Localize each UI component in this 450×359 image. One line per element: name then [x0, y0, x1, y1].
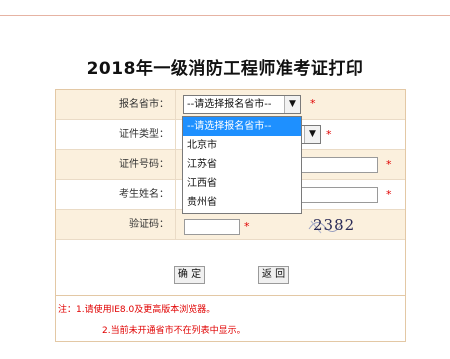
back-button[interactable]: 返 回 — [258, 266, 289, 284]
row-captcha: 验证码： * 2382 — [56, 210, 405, 240]
dropdown-option[interactable]: 北京市 — [183, 136, 301, 155]
required-mark: * — [310, 97, 316, 110]
note-line-1: 注：1.请使用IE8.0及更高版本浏览器。 — [58, 305, 216, 315]
captcha-input[interactable] — [184, 219, 240, 235]
captcha-label: 验证码： — [56, 210, 176, 239]
captcha-text: 2382 — [313, 216, 356, 234]
id-type-label: 证件类型： — [56, 120, 176, 149]
row-buttons: 确 定 返 回 — [56, 240, 405, 296]
province-dropdown-list[interactable]: --请选择报名省市-- 北京市 江苏省 江西省 贵州省 — [182, 116, 302, 214]
note-line-2: 2.当前未开通省市不在列表中显示。 — [102, 326, 246, 336]
province-select[interactable]: --请选择报名省市-- ▼ — [183, 95, 301, 114]
page-title: 2018年一级消防工程师准考证打印 — [86, 59, 364, 79]
dropdown-option[interactable]: 贵州省 — [183, 193, 301, 212]
required-mark: * — [244, 220, 250, 233]
required-mark: * — [326, 128, 332, 141]
name-label: 考生姓名： — [56, 180, 176, 209]
required-mark: * — [386, 158, 392, 171]
chevron-down-icon[interactable]: ▼ — [304, 126, 320, 143]
confirm-button[interactable]: 确 定 — [174, 266, 205, 284]
province-label: 报名省市： — [56, 90, 176, 119]
province-select-value: --请选择报名省市-- — [187, 99, 272, 110]
dropdown-option[interactable]: 江西省 — [183, 174, 301, 193]
id-number-label: 证件号码： — [56, 150, 176, 179]
captcha-image[interactable]: 2382 — [307, 215, 367, 235]
required-mark: * — [386, 188, 392, 201]
chevron-down-icon[interactable]: ▼ — [284, 96, 300, 113]
dropdown-option[interactable]: --请选择报名省市-- — [183, 117, 301, 136]
top-divider — [0, 15, 450, 16]
dropdown-option[interactable]: 江苏省 — [183, 155, 301, 174]
